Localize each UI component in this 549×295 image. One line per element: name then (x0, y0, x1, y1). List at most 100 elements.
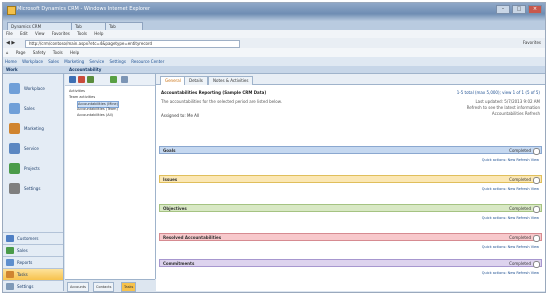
bottom-tab-accounts[interactable]: Accounts (67, 282, 89, 292)
section-status: Completed (509, 177, 531, 182)
section-quick-actions[interactable]: Quick actions: New Refresh View (482, 187, 539, 191)
workspace-button-reports[interactable]: Reports (3, 256, 63, 268)
record-count: 1-5 total (max 5,000); view 1 of 1 (5 of… (456, 90, 540, 95)
tab-details[interactable]: Details (184, 76, 208, 85)
favorites-label[interactable]: Favorites (523, 40, 541, 45)
tree-node[interactable]: Team activities (69, 95, 95, 100)
nav-item-label: Settings (24, 186, 41, 191)
crm-nav-item[interactable]: Sales (46, 57, 61, 66)
app-header: Work Accountability (3, 66, 545, 74)
menu-view[interactable]: View (32, 30, 48, 38)
command-tools[interactable]: Tools (50, 48, 66, 57)
left-pane-title: Work (6, 67, 18, 72)
projects-icon (9, 163, 20, 174)
home-icon[interactable]: ⌂ (3, 48, 12, 57)
tree-node[interactable]: Accountabilities (All) (77, 113, 113, 118)
section-header[interactable]: Goals Completed (159, 146, 542, 155)
section-title: Goals (163, 148, 176, 153)
settings-icon (9, 183, 20, 194)
refresh-link[interactable]: Accountabilities Refresh (492, 111, 540, 116)
crm-nav-item[interactable]: Marketing (62, 57, 86, 66)
section-title: Resolved Accountabilities (163, 235, 222, 240)
workplace-icon (9, 83, 20, 94)
section-quick-actions[interactable]: Quick actions: New Refresh View (482, 216, 539, 220)
workspace-button-label: Customers (17, 236, 39, 241)
section-status: Completed (509, 261, 531, 266)
workspace-button-tasks[interactable]: Tasks (3, 268, 63, 280)
section-header[interactable]: Issues Completed (159, 175, 542, 184)
nav-item-service[interactable]: Service (7, 142, 61, 156)
form-subtitle: The accountabilities for the selected pe… (161, 99, 282, 104)
tree-node[interactable]: Activities (69, 89, 85, 94)
marketing-icon (9, 123, 20, 134)
nav-item-label: Projects (24, 166, 40, 171)
section-quick-actions[interactable]: Quick actions: New Refresh View (482, 245, 539, 249)
tree-panel: Activities Team activities Accountabilitie… (65, 74, 156, 279)
workspace-button-settings[interactable]: Settings (3, 280, 63, 292)
workspace-button-sales[interactable]: Sales (3, 244, 63, 256)
collapse-icon[interactable] (533, 176, 540, 184)
last-updated-text: Last updated: 5/7/2013 9:02 AM (475, 99, 540, 104)
service-icon (9, 143, 20, 154)
address-bar[interactable]: http://crm/contoso/main.aspx?etc=4&paget… (25, 40, 240, 48)
check-icon[interactable] (110, 76, 117, 83)
nav-item-workplace[interactable]: Workplace (7, 82, 61, 96)
tree-node[interactable]: Accountabilities (Team) (77, 107, 118, 112)
crm-nav-item[interactable]: Resource Center (129, 57, 166, 66)
workspace-button-label: Sales (17, 248, 28, 253)
section-status: Completed (509, 235, 531, 240)
new-icon[interactable] (69, 76, 76, 83)
view-menu-icon[interactable] (121, 76, 128, 83)
assigned-filter[interactable]: Assigned to: Me All (161, 113, 199, 118)
tree-toolbar (65, 74, 155, 86)
command-help[interactable]: Help (67, 48, 82, 57)
window-controls: – □ × (496, 5, 542, 14)
save-icon[interactable] (87, 76, 94, 83)
sales-icon (6, 247, 14, 254)
menu-edit[interactable]: Edit (17, 30, 31, 38)
crm-nav-item[interactable]: Settings (108, 57, 128, 66)
tab-notes[interactable]: Notes & Activities (208, 76, 254, 85)
menu-file[interactable]: File (3, 30, 16, 38)
command-safety[interactable]: Safety (30, 48, 49, 57)
workspace-button-customers[interactable]: Customers (3, 232, 63, 244)
collapse-icon[interactable] (533, 147, 540, 155)
section-quick-actions[interactable]: Quick actions: New Refresh View (482, 158, 539, 162)
nav-item-sales[interactable]: Sales (7, 102, 61, 116)
delete-icon[interactable] (78, 76, 85, 83)
nav-item-projects[interactable]: Projects (7, 162, 61, 176)
collapse-icon[interactable] (533, 234, 540, 242)
minimize-button[interactable]: – (496, 5, 510, 14)
maximize-button[interactable]: □ (512, 5, 526, 14)
close-button[interactable]: × (528, 5, 542, 14)
browser-icon (7, 6, 16, 15)
nav-item-label: Sales (24, 106, 35, 111)
section-header[interactable]: Commitments Completed (159, 259, 542, 268)
form-tabs: General Details Notes & Activities (156, 74, 545, 85)
workspace-button-label: Settings (17, 284, 34, 289)
customers-icon (6, 235, 14, 242)
tab-general[interactable]: General (160, 76, 186, 85)
section-title: Issues (163, 177, 178, 182)
command-page[interactable]: Page (13, 48, 29, 57)
browser-tab-strip: Dynamics CRM Tab Tab (3, 21, 545, 31)
section-header[interactable]: Objectives Completed (159, 204, 542, 213)
crm-nav-item[interactable]: Workplace (20, 57, 45, 66)
collapse-icon[interactable] (533, 205, 540, 213)
bottom-tab-tasks[interactable]: Tasks (121, 282, 137, 292)
crm-nav-item[interactable]: Service (87, 57, 106, 66)
section-status: Completed (509, 206, 531, 211)
back-forward-icon[interactable]: ◀ ▶ (6, 40, 15, 46)
section-status: Completed (509, 148, 531, 153)
bottom-tab-contacts[interactable]: Contacts (93, 282, 115, 292)
section-quick-actions[interactable]: Quick actions: New Refresh View (482, 271, 539, 275)
crm-nav-item[interactable]: Home (3, 57, 19, 66)
section-header[interactable]: Resolved Accountabilities Completed (159, 233, 542, 242)
settings-icon (6, 283, 14, 290)
nav-item-settings[interactable]: Settings (7, 182, 61, 196)
menu-help[interactable]: Help (91, 30, 106, 38)
nav-item-marketing[interactable]: Marketing (7, 122, 61, 136)
collapse-icon[interactable] (533, 260, 540, 268)
menu-favorites[interactable]: Favorites (49, 30, 73, 38)
menu-tools[interactable]: Tools (74, 30, 90, 38)
